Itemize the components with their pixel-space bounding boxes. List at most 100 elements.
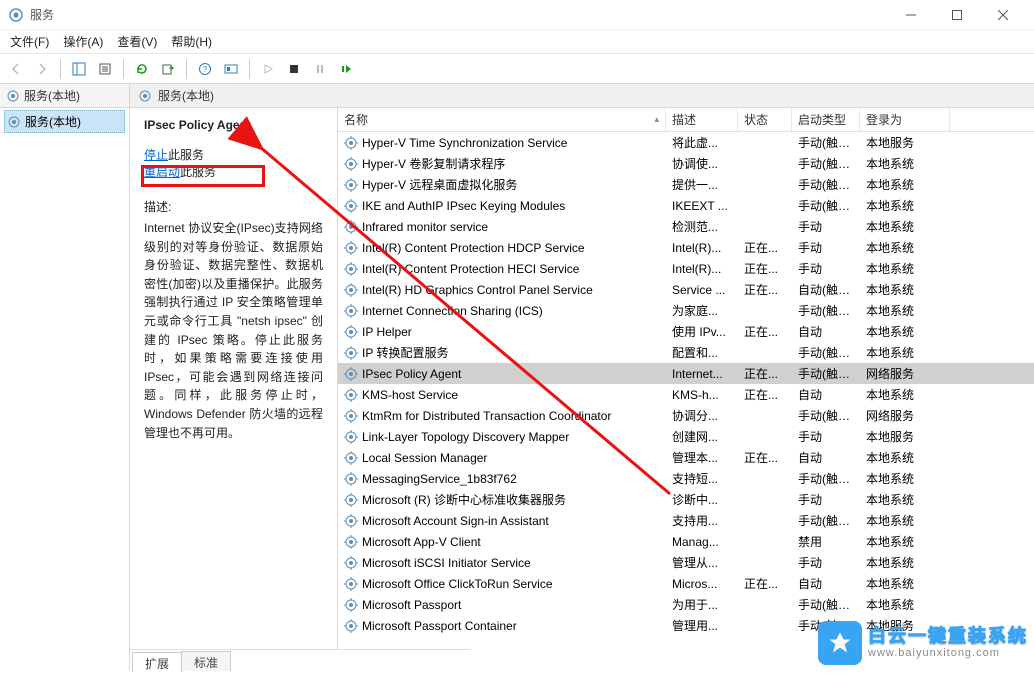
- service-row[interactable]: IP Helper使用 IPv...正在...自动本地系统: [338, 321, 1034, 342]
- show-hide-tree-button[interactable]: [67, 57, 91, 81]
- service-logon: 本地系统: [860, 197, 950, 214]
- service-row[interactable]: KtmRm for Distributed Transaction Coordi…: [338, 405, 1034, 426]
- service-row[interactable]: Local Session Manager管理本...正在...自动本地系统: [338, 447, 1034, 468]
- menu-file[interactable]: 文件(F): [10, 33, 49, 50]
- service-row[interactable]: KMS-host ServiceKMS-h...正在...自动本地系统: [338, 384, 1034, 405]
- toolbar-separator: [60, 59, 61, 79]
- refresh-button[interactable]: [130, 57, 154, 81]
- service-desc: 管理从...: [666, 554, 738, 571]
- restart-service-link[interactable]: 重启动: [144, 165, 180, 179]
- service-name: KtmRm for Distributed Transaction Coordi…: [362, 409, 611, 423]
- gear-icon: [344, 619, 358, 633]
- gear-icon: [344, 136, 358, 150]
- service-startup: 手动(触发...: [792, 155, 860, 172]
- tab-standard[interactable]: 标准: [181, 651, 231, 671]
- service-status: 正在...: [738, 386, 792, 403]
- column-logon[interactable]: 登录为: [860, 108, 950, 131]
- stop-service-link[interactable]: 停止: [144, 148, 168, 162]
- column-startup[interactable]: 启动类型: [792, 108, 860, 131]
- back-button[interactable]: [4, 57, 28, 81]
- restart-service-button[interactable]: [334, 57, 358, 81]
- service-row[interactable]: Hyper-V 卷影复制请求程序协调使...手动(触发...本地系统: [338, 153, 1034, 174]
- right-pane: 服务(本地) IPsec Policy Agent 停止此服务 重启动此服务 描…: [130, 84, 1034, 671]
- service-startup: 手动(触发...: [792, 302, 860, 319]
- stop-service-button[interactable]: [282, 57, 306, 81]
- service-desc: 使用 IPv...: [666, 323, 738, 340]
- gear-icon: [7, 115, 21, 129]
- start-service-button[interactable]: [256, 57, 280, 81]
- service-row[interactable]: Microsoft Account Sign-in Assistant支持用..…: [338, 510, 1034, 531]
- forward-button[interactable]: [30, 57, 54, 81]
- service-row[interactable]: Microsoft Office ClickToRun ServiceMicro…: [338, 573, 1034, 594]
- snap-in-button[interactable]: [219, 57, 243, 81]
- pause-service-button[interactable]: [308, 57, 332, 81]
- service-row[interactable]: Microsoft App-V ClientManag...禁用本地系统: [338, 531, 1034, 552]
- service-name: Hyper-V 卷影复制请求程序: [362, 155, 505, 172]
- svg-text:?: ?: [203, 65, 208, 74]
- service-row[interactable]: Intel(R) Content Protection HECI Service…: [338, 258, 1034, 279]
- menu-bar: 文件(F) 操作(A) 查看(V) 帮助(H): [0, 30, 1034, 54]
- gear-icon: [344, 409, 358, 423]
- service-logon: 本地系统: [860, 302, 950, 319]
- service-row[interactable]: Intel(R) Content Protection HDCP Service…: [338, 237, 1034, 258]
- service-status: 正在...: [738, 260, 792, 277]
- help-button[interactable]: ?: [193, 57, 217, 81]
- tree-node-services-local[interactable]: 服务(本地): [4, 110, 125, 133]
- minimize-button[interactable]: [888, 0, 934, 30]
- service-row[interactable]: Intel(R) HD Graphics Control Panel Servi…: [338, 279, 1034, 300]
- maximize-button[interactable]: [934, 0, 980, 30]
- service-name: IKE and AuthIP IPsec Keying Modules: [362, 199, 565, 213]
- properties-button[interactable]: [93, 57, 117, 81]
- service-name: MessagingService_1b83f762: [362, 472, 517, 486]
- close-button[interactable]: [980, 0, 1026, 30]
- service-desc: IKEEXT ...: [666, 199, 738, 213]
- service-row[interactable]: Hyper-V Time Synchronization Service将此虚.…: [338, 132, 1034, 153]
- menu-help[interactable]: 帮助(H): [171, 33, 212, 50]
- service-logon: 本地系统: [860, 596, 950, 613]
- service-logon: 本地系统: [860, 554, 950, 571]
- service-name: Local Session Manager: [362, 451, 487, 465]
- service-startup: 手动: [792, 239, 860, 256]
- column-status[interactable]: 状态: [738, 108, 792, 131]
- service-desc: 支持短...: [666, 470, 738, 487]
- service-logon: 本地系统: [860, 344, 950, 361]
- service-logon: 本地系统: [860, 386, 950, 403]
- service-row[interactable]: Link-Layer Topology Discovery Mapper创建网.…: [338, 426, 1034, 447]
- watermark-logo: [818, 621, 862, 665]
- toolbar-separator: [186, 59, 187, 79]
- service-row[interactable]: Infrared monitor service检测范...手动本地系统: [338, 216, 1034, 237]
- service-row[interactable]: IKE and AuthIP IPsec Keying Modules IKEEX…: [338, 195, 1034, 216]
- service-row[interactable]: Internet Connection Sharing (ICS)为家庭...手…: [338, 300, 1034, 321]
- app-title: 服务: [30, 6, 54, 23]
- service-logon: 本地系统: [860, 281, 950, 298]
- service-name: Intel(R) HD Graphics Control Panel Servi…: [362, 283, 593, 297]
- service-logon: 本地系统: [860, 176, 950, 193]
- export-button[interactable]: [156, 57, 180, 81]
- service-startup: 手动: [792, 554, 860, 571]
- service-desc: 支持用...: [666, 512, 738, 529]
- gear-icon: [344, 493, 358, 507]
- column-description[interactable]: 描述: [666, 108, 738, 131]
- gear-icon: [344, 157, 358, 171]
- service-row[interactable]: IP 转换配置服务配置和...手动(触发...本地系统: [338, 342, 1034, 363]
- service-row[interactable]: MessagingService_1b83f762支持短...手动(触发...本…: [338, 468, 1034, 489]
- restart-service-suffix: 此服务: [180, 165, 216, 179]
- service-row[interactable]: Hyper-V 远程桌面虚拟化服务提供一...手动(触发...本地系统: [338, 174, 1034, 195]
- service-desc: Manag...: [666, 535, 738, 549]
- service-desc: 诊断中...: [666, 491, 738, 508]
- service-startup: 手动: [792, 491, 860, 508]
- service-row[interactable]: Microsoft Passport为用于...手动(触发...本地系统: [338, 594, 1034, 615]
- service-name: Microsoft iSCSI Initiator Service: [362, 556, 531, 570]
- service-desc: 检测范...: [666, 218, 738, 235]
- service-status: 正在...: [738, 449, 792, 466]
- service-row[interactable]: Microsoft iSCSI Initiator Service 管理从... 手…: [338, 552, 1034, 573]
- column-name[interactable]: 名称▴: [338, 108, 666, 131]
- service-desc: Internet...: [666, 367, 738, 381]
- menu-view[interactable]: 查看(V): [117, 33, 157, 50]
- menu-action[interactable]: 操作(A): [63, 33, 103, 50]
- service-row[interactable]: IPsec Policy AgentInternet...正在...手动(触发.…: [338, 363, 1034, 384]
- service-row[interactable]: Microsoft (R) 诊断中心标准收集器服务诊断中...手动本地系统: [338, 489, 1034, 510]
- service-desc: Micros...: [666, 577, 738, 591]
- description-text: Internet 协议安全(IPsec)支持网络级别的对等身份验证、数据原始身份…: [144, 219, 323, 442]
- tab-extended[interactable]: 扩展: [132, 652, 182, 672]
